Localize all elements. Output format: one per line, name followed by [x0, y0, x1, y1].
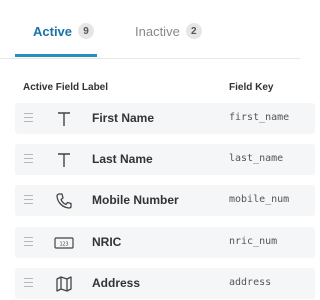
field-row-last-name[interactable]: Last Name last_name	[15, 144, 315, 175]
field-row-nric[interactable]: 123 NRIC nric_num	[15, 227, 315, 258]
text-icon	[53, 150, 75, 170]
field-label: Address	[92, 276, 141, 290]
table-header: Active Field Label Field Key	[0, 80, 300, 96]
field-label: Mobile Number	[92, 193, 179, 207]
tab-bar: Active 9 Inactive 2	[0, 0, 300, 59]
active-tab-indicator	[15, 54, 97, 57]
column-header-key: Field Key	[229, 82, 274, 93]
field-label: First Name	[92, 111, 155, 125]
tab-inactive-label: Inactive	[135, 23, 180, 39]
svg-text:123: 123	[59, 242, 68, 248]
phone-icon	[53, 191, 75, 211]
map-icon	[53, 274, 75, 294]
field-key: last_name	[229, 153, 284, 164]
tab-active-label: Active	[33, 23, 73, 39]
field-key: mobile_num	[229, 194, 290, 205]
id-card-icon: 123	[53, 233, 75, 253]
drag-handle-icon[interactable]	[24, 113, 33, 124]
text-icon	[53, 109, 75, 129]
column-header-label: Active Field Label	[23, 82, 109, 93]
field-key: nric_num	[229, 236, 278, 247]
tab-inactive-count-badge: 2	[185, 23, 202, 39]
tab-active-count-badge: 9	[78, 23, 95, 39]
field-key: address	[229, 277, 272, 288]
drag-handle-icon[interactable]	[24, 278, 33, 289]
tab-divider	[0, 58, 300, 59]
drag-handle-icon[interactable]	[24, 154, 33, 165]
tab-inactive[interactable]: Inactive 2	[135, 20, 202, 42]
tab-active[interactable]: Active 9	[33, 20, 95, 42]
drag-handle-icon[interactable]	[24, 237, 33, 248]
field-row-first-name[interactable]: First Name first_name	[15, 103, 315, 134]
field-label: NRIC	[92, 235, 122, 249]
field-row-mobile-number[interactable]: Mobile Number mobile_num	[15, 185, 315, 216]
drag-handle-icon[interactable]	[24, 195, 33, 206]
field-row-address[interactable]: Address address	[15, 268, 315, 299]
field-key: first_name	[229, 112, 290, 123]
field-label: Last Name	[92, 152, 153, 166]
